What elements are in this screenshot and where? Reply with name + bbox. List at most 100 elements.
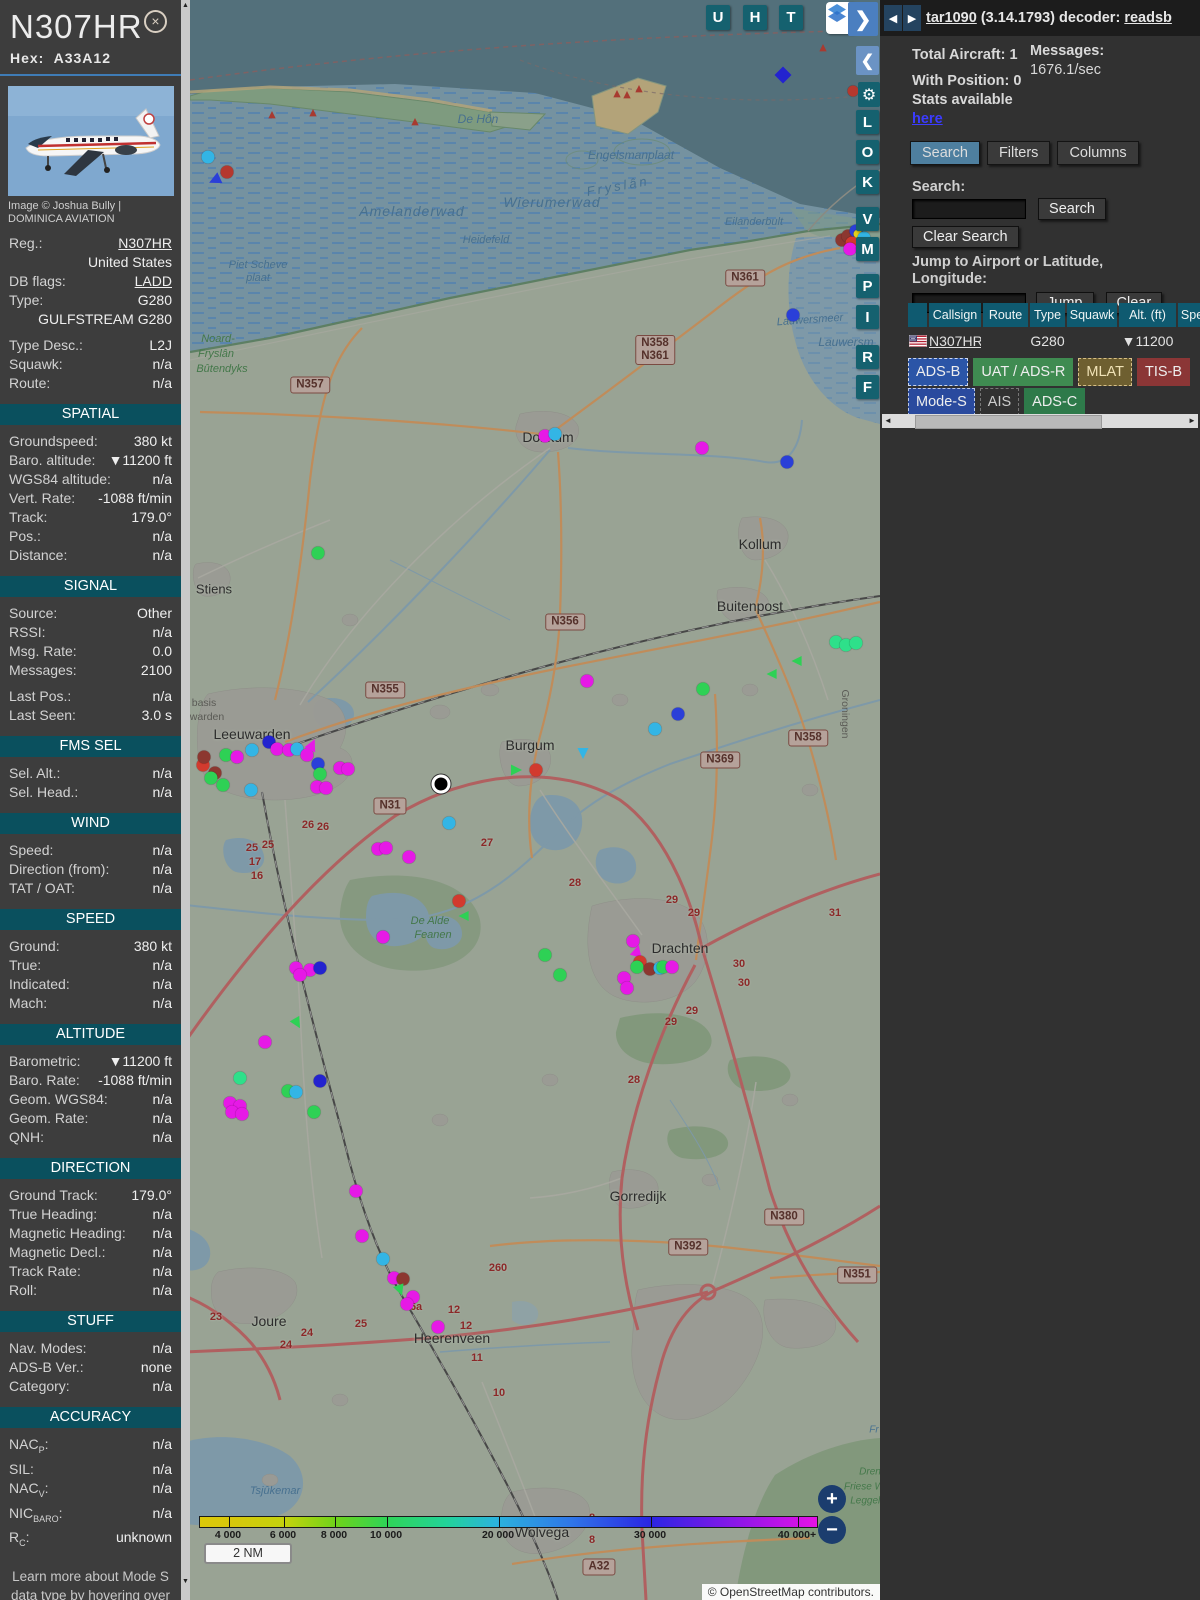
scroll-left-icon[interactable]: ◄ <box>882 414 894 428</box>
scroll-right-icon[interactable]: ► <box>1186 414 1198 428</box>
aircraft-dot[interactable] <box>320 782 333 795</box>
column-header-squawk[interactable]: Squawk <box>1067 303 1117 327</box>
aircraft-dot[interactable] <box>205 772 218 785</box>
aircraft-dot[interactable] <box>453 895 466 908</box>
aircraft-dot[interactable] <box>696 442 709 455</box>
sidebar-scrollbar[interactable]: ▲ ▼ <box>181 0 190 1600</box>
zoom-in-button[interactable]: + <box>818 1485 846 1513</box>
column-header-speed[interactable]: Speed <box>1178 303 1200 327</box>
aircraft-dot[interactable] <box>314 1075 327 1088</box>
close-icon[interactable]: × <box>144 10 167 33</box>
aircraft-dot[interactable] <box>401 1298 414 1311</box>
aircraft-dot[interactable] <box>202 151 215 164</box>
aircraft-dot[interactable] <box>627 935 640 948</box>
map-button-v[interactable]: V <box>856 207 879 231</box>
tar1090-link[interactable]: tar1090 <box>926 10 977 26</box>
aircraft-dot[interactable] <box>380 842 393 855</box>
filter-adsb[interactable]: ADS-B <box>908 358 968 386</box>
scroll-up-icon[interactable]: ▲ <box>181 0 190 12</box>
aircraft-dot[interactable] <box>432 1321 445 1334</box>
zoom-out-button[interactable]: − <box>818 1516 846 1544</box>
aircraft-table-row[interactable]: N307HR G280 ▼11200 <box>908 331 1200 352</box>
aircraft-dot[interactable] <box>290 1086 303 1099</box>
filter-tisb[interactable]: TIS-B <box>1137 358 1190 386</box>
map-button-k[interactable]: K <box>856 170 879 194</box>
search-input[interactable] <box>912 199 1026 219</box>
collapse-sidebar-button[interactable]: ❮ <box>856 46 879 75</box>
tab-columns[interactable]: Columns <box>1057 141 1138 165</box>
aircraft-dot[interactable] <box>312 547 325 560</box>
aircraft-dot[interactable] <box>377 1253 390 1266</box>
detail-value-link[interactable]: LADD <box>135 272 172 291</box>
aircraft-dot[interactable] <box>314 962 327 975</box>
map-button-f[interactable]: F <box>856 375 879 399</box>
aircraft-dot[interactable] <box>234 1072 247 1085</box>
clear-search-button[interactable]: Clear Search <box>912 226 1019 248</box>
aircraft-dot[interactable] <box>850 637 863 650</box>
aircraft-dot[interactable] <box>554 969 567 982</box>
aircraft-dot[interactable] <box>314 768 327 781</box>
column-header-callsign[interactable]: Callsign <box>929 303 981 327</box>
aircraft-dot[interactable] <box>308 1106 321 1119</box>
map-button-i[interactable]: I <box>856 305 879 329</box>
column-header-altft[interactable]: Alt. (ft) <box>1119 303 1176 327</box>
aircraft-dot[interactable] <box>294 969 307 982</box>
column-header-flag[interactable] <box>908 303 927 327</box>
aircraft-dot[interactable] <box>631 961 644 974</box>
aircraft-dot[interactable] <box>198 751 211 764</box>
map-button-t[interactable]: T <box>779 5 803 30</box>
aircraft-dot[interactable] <box>259 1036 272 1049</box>
scrollbar-thumb[interactable] <box>915 415 1102 429</box>
map-button-u[interactable]: U <box>706 5 730 30</box>
stats-here-link[interactable]: here <box>912 111 943 127</box>
aircraft-dot[interactable] <box>697 683 710 696</box>
aircraft-dot[interactable] <box>342 763 355 776</box>
map-button-l[interactable]: L <box>856 110 879 134</box>
column-header-type[interactable]: Type <box>1030 303 1065 327</box>
filter-modes[interactable]: Mode-S <box>908 388 975 416</box>
aircraft-dot[interactable] <box>221 166 234 179</box>
aircraft-dot[interactable] <box>672 708 685 721</box>
aircraft-dot[interactable] <box>443 817 456 830</box>
aircraft-dot[interactable] <box>787 309 800 322</box>
readsb-link[interactable]: readsb <box>1124 10 1172 26</box>
aircraft-dot[interactable] <box>539 949 552 962</box>
scroll-down-icon[interactable]: ▼ <box>181 1576 190 1588</box>
aircraft-dot[interactable] <box>377 931 390 944</box>
aircraft-dot[interactable] <box>236 1108 249 1121</box>
aircraft-dot[interactable] <box>549 428 562 441</box>
tab-filters[interactable]: Filters <box>987 141 1050 165</box>
search-button[interactable]: Search <box>1038 198 1106 220</box>
aircraft-dot[interactable] <box>581 675 594 688</box>
map-attribution[interactable]: © OpenStreetMap contributors. <box>702 1584 880 1600</box>
map-button-p[interactable]: P <box>856 274 879 298</box>
aircraft-dot[interactable] <box>621 982 634 995</box>
aircraft-dot[interactable] <box>231 751 244 764</box>
map[interactable]: DokkumKollumBuitenpostStiensLeeuwardenBu… <box>190 0 880 1600</box>
detail-value-link[interactable]: N307HR <box>118 234 172 253</box>
map-button-h[interactable]: H <box>743 5 767 30</box>
horizontal-scrollbar[interactable]: ◄ ► <box>882 414 1198 428</box>
selected-aircraft-marker[interactable] <box>432 775 451 794</box>
aircraft-dot[interactable] <box>356 1230 369 1243</box>
aircraft-photo[interactable] <box>8 86 174 196</box>
aircraft-dot[interactable] <box>848 86 859 97</box>
aircraft-dot[interactable] <box>217 779 230 792</box>
aircraft-dot[interactable] <box>666 961 679 974</box>
aircraft-dot[interactable] <box>350 1185 363 1198</box>
filter-adsc[interactable]: ADS-C <box>1024 388 1085 416</box>
filter-ais[interactable]: AIS <box>980 388 1019 416</box>
callsign-link[interactable]: N307HR <box>929 331 981 352</box>
filter-uatadsr[interactable]: UAT / ADS-R <box>973 358 1073 386</box>
column-header-route[interactable]: Route <box>983 303 1028 327</box>
aircraft-dot[interactable] <box>246 744 259 757</box>
aircraft-dot[interactable] <box>403 851 416 864</box>
aircraft-dot[interactable] <box>649 723 662 736</box>
map-button-m[interactable]: M <box>856 237 879 261</box>
settings-button[interactable]: ⚙ <box>858 82 880 107</box>
map-button-r[interactable]: R <box>856 345 879 369</box>
filter-mlat[interactable]: MLAT <box>1078 358 1132 386</box>
tab-search[interactable]: Search <box>910 141 980 165</box>
aircraft-dot[interactable] <box>530 764 543 777</box>
map-button-o[interactable]: O <box>856 140 879 164</box>
